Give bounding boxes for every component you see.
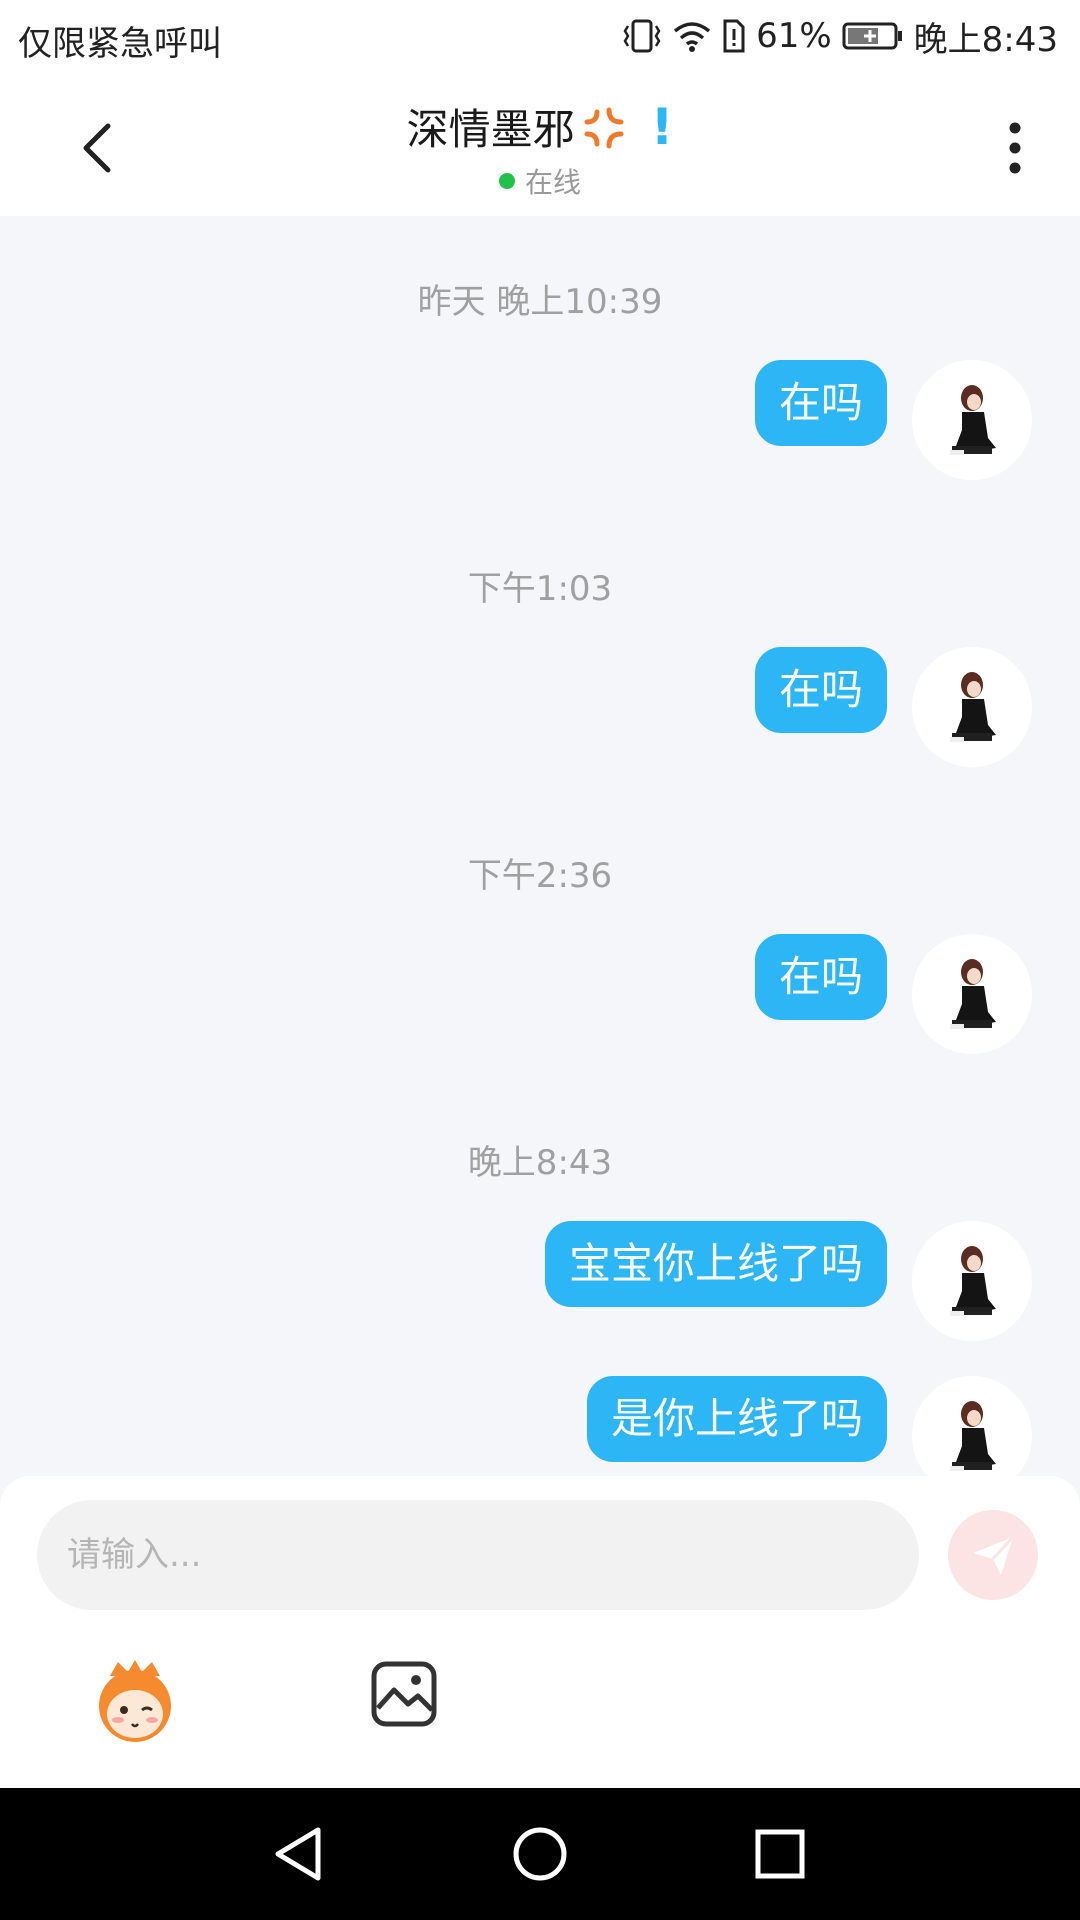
avatar[interactable]: [912, 1221, 1032, 1341]
message-list[interactable]: 昨天 晚上10:39 在吗 下午1:03 在吗 下午2:36 在吗 晚上8:43…: [0, 216, 1080, 1496]
more-vert-icon: [1009, 122, 1021, 174]
timestamp: 晚上8:43: [467, 1143, 613, 1183]
emoji-button[interactable]: [90, 1656, 180, 1746]
message-bubble[interactable]: 是你上线了吗: [586, 1376, 887, 1462]
nav-back-button[interactable]: [262, 1816, 338, 1892]
status-time: 晚上8:43: [913, 19, 1058, 60]
timestamp: 昨天 晚上10:39: [417, 282, 663, 322]
avatar-figure-icon: [950, 959, 996, 1029]
wifi-icon: [673, 22, 711, 52]
message-bubble[interactable]: 在吗: [754, 360, 887, 446]
avatar[interactable]: [912, 647, 1032, 767]
message-bubble[interactable]: 在吗: [754, 647, 887, 733]
title-row: 深情墨邪 !: [407, 96, 674, 157]
battery-percent: 61%: [756, 16, 832, 56]
nav-home-icon: [513, 1827, 567, 1881]
sim-alert-icon: [723, 19, 745, 53]
presence-label: 在线: [524, 166, 581, 199]
composer-panel: [0, 1476, 1080, 1788]
image-icon: [371, 1661, 437, 1727]
online-dot-icon: [498, 173, 515, 189]
message-bubble[interactable]: 宝宝你上线了吗: [544, 1221, 887, 1307]
more-options-button[interactable]: [990, 114, 1040, 184]
nav-recents-icon: [755, 1829, 805, 1879]
contact-name: 深情墨邪: [406, 105, 575, 154]
avatar-figure-icon: [950, 1246, 996, 1316]
avatar-figure-icon: [950, 385, 996, 455]
nav-recents-button[interactable]: [742, 1816, 818, 1892]
battery-charging-icon: [842, 22, 902, 50]
nav-home-button[interactable]: [502, 1816, 578, 1892]
status-icons: 61% 晚上8:43: [622, 14, 1058, 60]
image-button[interactable]: [370, 1660, 438, 1728]
presence-status: 在线: [498, 161, 581, 201]
avatar-figure-icon: [950, 672, 996, 742]
send-icon: [973, 1535, 1015, 1575]
avatar[interactable]: [912, 360, 1032, 480]
vibrate-icon: [623, 19, 661, 53]
mascot-emoji-icon: [99, 1660, 171, 1742]
timestamp: 下午1:03: [467, 569, 613, 609]
timestamp: 下午2:36: [467, 856, 613, 896]
title-mark: !: [650, 97, 674, 156]
status-bar: 仅限紧急呼叫 61% 晚上8:43: [0, 0, 1080, 74]
avatar[interactable]: [912, 934, 1032, 1054]
chat-title-block: 深情墨邪 ! 在线: [0, 96, 1080, 201]
message-input[interactable]: [37, 1500, 919, 1610]
carrier-text: 仅限紧急呼叫: [18, 24, 222, 64]
anger-icon: [584, 107, 624, 148]
nav-back-icon: [275, 1827, 321, 1881]
chat-header: 深情墨邪 ! 在线: [0, 74, 1080, 216]
system-nav-bar: [0, 1788, 1080, 1920]
message-bubble[interactable]: 在吗: [754, 934, 887, 1020]
send-button[interactable]: [948, 1510, 1038, 1600]
